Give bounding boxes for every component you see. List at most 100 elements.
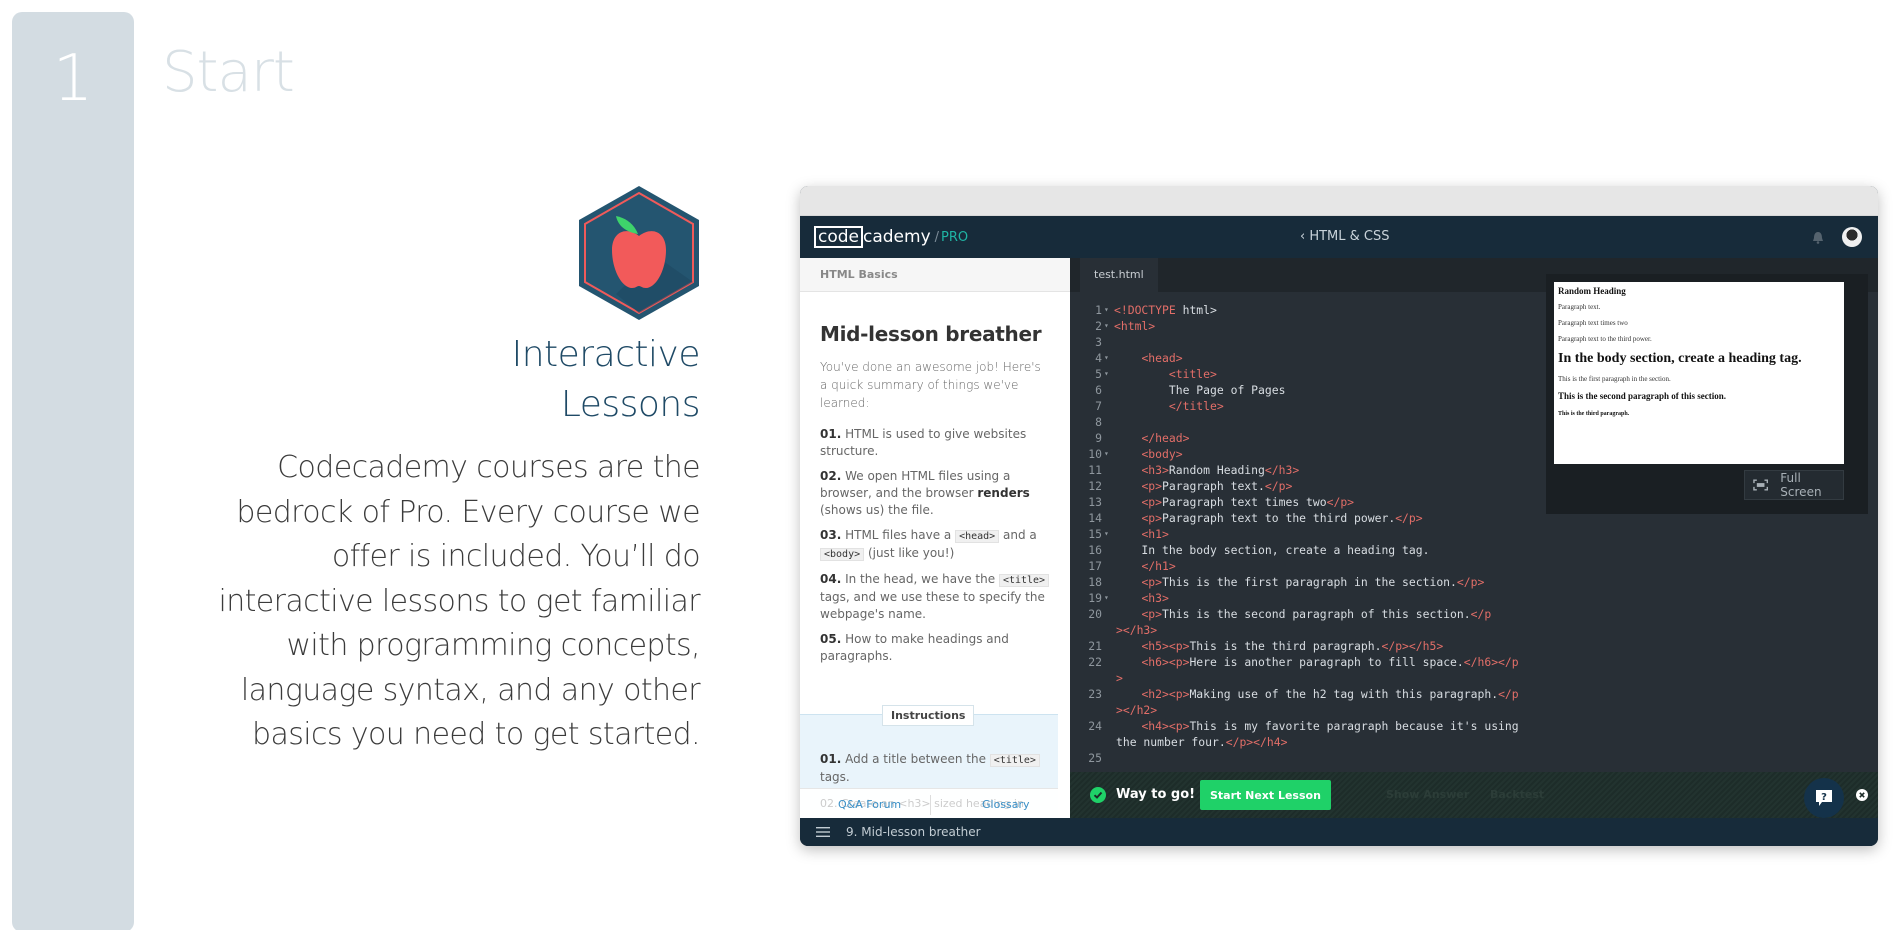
full-screen-label: Full Screen (1780, 471, 1822, 499)
bell-icon[interactable] (1812, 231, 1824, 244)
start-next-lesson-button[interactable]: Start Next Lesson (1200, 780, 1331, 810)
code-line[interactable]: 10 ▾ <body> (1070, 446, 1530, 462)
footer-divider (930, 795, 931, 815)
code-text: The Page of Pages (1114, 383, 1286, 397)
lesson-item: 04. In the head, we have the <title> tag… (820, 571, 1050, 623)
backtest-button[interactable]: Backtest (1490, 788, 1544, 801)
fold-toggle-icon (1104, 654, 1114, 670)
line-number: 18 (1088, 575, 1102, 589)
glossary-link[interactable]: Glossary (982, 798, 1030, 811)
code-line[interactable]: 20 <p>This is the second paragraph of th… (1070, 606, 1530, 622)
lesson-item: 03. HTML files have a <head> and a <body… (820, 528, 1037, 561)
close-icon[interactable] (1856, 789, 1868, 801)
preview-p: Paragraph text to the third power. (1558, 335, 1652, 343)
code-line[interactable]: 21 <h5><p>This is the third paragraph.</… (1070, 638, 1530, 654)
code-area[interactable]: 1 ▾ <!DOCTYPE html> 2 ▾ <html> 3 4 ▾ <head> 5 … (1070, 302, 1530, 766)
code-line-wrap: ></h2> (1116, 703, 1158, 717)
code-line[interactable]: 16 In the body section, create a heading… (1070, 542, 1530, 558)
code-text: In the body section, create a heading ta… (1114, 543, 1430, 557)
code-line[interactable]: 22 <h6><p>Here is another paragraph to f… (1070, 654, 1530, 670)
code-line[interactable]: 3 (1070, 334, 1530, 350)
fold-toggle-icon (1104, 462, 1114, 478)
codecademy-logo[interactable]: code cademy / PRO (814, 226, 968, 248)
feature-title: Interactive Lessons (512, 330, 701, 430)
code-line[interactable]: 25 (1070, 750, 1530, 766)
fold-toggle-icon[interactable]: ▾ (1104, 446, 1114, 462)
code-line[interactable]: 4 ▾ <head> (1070, 350, 1530, 366)
fold-toggle-icon[interactable]: ▾ (1104, 526, 1114, 542)
file-tab-test-html[interactable]: test.html (1080, 258, 1158, 292)
check-circle-icon (1090, 787, 1106, 803)
action-bar: Way to go! Start Next Lesson Show Answer… (1070, 772, 1878, 818)
code-line-wrap: ></h3> (1116, 623, 1158, 637)
logo-separator: / (934, 229, 940, 245)
avatar[interactable] (1842, 227, 1862, 247)
preview-page: Random Heading Paragraph text. Paragraph… (1554, 282, 1844, 464)
code-line[interactable]: 9 </head> (1070, 430, 1530, 446)
line-number: 22 (1088, 655, 1102, 669)
feature-description: Codecademy courses are the bedrock of Pr… (218, 450, 700, 752)
fold-toggle-icon[interactable]: ▾ (1104, 318, 1114, 334)
line-number: 3 (1095, 335, 1102, 349)
fold-toggle-icon[interactable]: ▾ (1104, 366, 1114, 382)
fold-toggle-icon[interactable]: ▾ (1104, 590, 1114, 606)
step-title: Start (162, 40, 295, 105)
line-number: 14 (1088, 511, 1102, 525)
code-text: <h6><p>Here is another paragraph to fill… (1141, 655, 1519, 669)
code-line[interactable]: 17 </h1> (1070, 558, 1530, 574)
course-back-link[interactable]: ‹ HTML & CSS (1300, 229, 1390, 244)
code-line-wrap: the number four.</p></h4> (1116, 735, 1288, 749)
lesson-breadcrumb[interactable]: HTML Basics (800, 258, 1070, 292)
code-line[interactable]: 1 ▾ <!DOCTYPE html> (1070, 302, 1530, 318)
current-lesson-label[interactable]: 9. Mid-lesson breather (846, 825, 981, 839)
code-text: <h3> (1141, 591, 1169, 605)
preview-h1: In the body section, create a heading ta… (1558, 351, 1802, 366)
code-line[interactable]: 18 <p>This is the first paragraph in the… (1070, 574, 1530, 590)
qa-forum-link[interactable]: Q&A Forum (838, 798, 901, 811)
fold-toggle-icon (1104, 686, 1114, 702)
code-text: <head> (1141, 351, 1183, 365)
fold-toggle-icon[interactable]: ▾ (1104, 302, 1114, 318)
code-line[interactable]: 12 <p>Paragraph text.</p> (1070, 478, 1530, 494)
step-badge: 1 (12, 12, 134, 930)
apple-hexagon-icon (579, 186, 699, 320)
code-line[interactable]: 5 ▾ <title> (1070, 366, 1530, 382)
question-bubble-icon: ? (1816, 790, 1832, 806)
fold-toggle-icon (1104, 478, 1114, 494)
fold-toggle-icon[interactable]: ▾ (1104, 350, 1114, 366)
code-line[interactable]: 2 ▾ <html> (1070, 318, 1530, 334)
line-number: 8 (1095, 415, 1102, 429)
step-number: 1 (52, 42, 94, 116)
code-line[interactable]: 19 ▾ <h3> (1070, 590, 1530, 606)
show-answer-button[interactable]: Show Answer (1386, 788, 1469, 801)
fold-toggle-icon (1104, 750, 1114, 766)
code-line[interactable]: 23 <h2><p>Making use of the h2 tag with … (1070, 686, 1530, 702)
full-screen-button[interactable]: Full Screen (1744, 470, 1844, 500)
line-number: 23 (1088, 687, 1102, 701)
code-line[interactable]: 8 (1070, 414, 1530, 430)
code-line[interactable]: 24 <h4><p>This is my favorite paragraph … (1070, 718, 1530, 734)
code-line[interactable]: 13 <p>Paragraph text times two</p> (1070, 494, 1530, 510)
line-number: 25 (1088, 751, 1102, 765)
code-text: <p>Paragraph text.</p> (1141, 479, 1293, 493)
code-line[interactable]: 6 The Page of Pages (1070, 382, 1530, 398)
code-line[interactable]: 11 <h3>Random Heading</h3> (1070, 462, 1530, 478)
line-number: 16 (1088, 543, 1102, 557)
code-text: <title> (1168, 367, 1217, 381)
line-number: 10 (1088, 447, 1102, 461)
line-number: 20 (1088, 607, 1102, 621)
code-line[interactable]: 7 </title> (1070, 398, 1530, 414)
code-line[interactable]: 15 ▾ <h1> (1070, 526, 1530, 542)
fold-toggle-icon (1104, 414, 1114, 430)
code-line-wrap: > (1116, 671, 1123, 685)
line-number: 1 (1095, 303, 1102, 317)
lesson-panel: HTML Basics Mid-lesson breather You've d… (800, 258, 1070, 818)
fold-toggle-icon (1104, 542, 1114, 558)
fold-toggle-icon (1104, 718, 1114, 734)
line-number: 21 (1088, 639, 1102, 653)
help-button[interactable]: ? (1804, 778, 1844, 818)
line-number: 5 (1095, 367, 1102, 381)
code-line[interactable]: 14 <p>Paragraph text to the third power.… (1070, 510, 1530, 526)
menu-icon[interactable] (816, 827, 830, 837)
